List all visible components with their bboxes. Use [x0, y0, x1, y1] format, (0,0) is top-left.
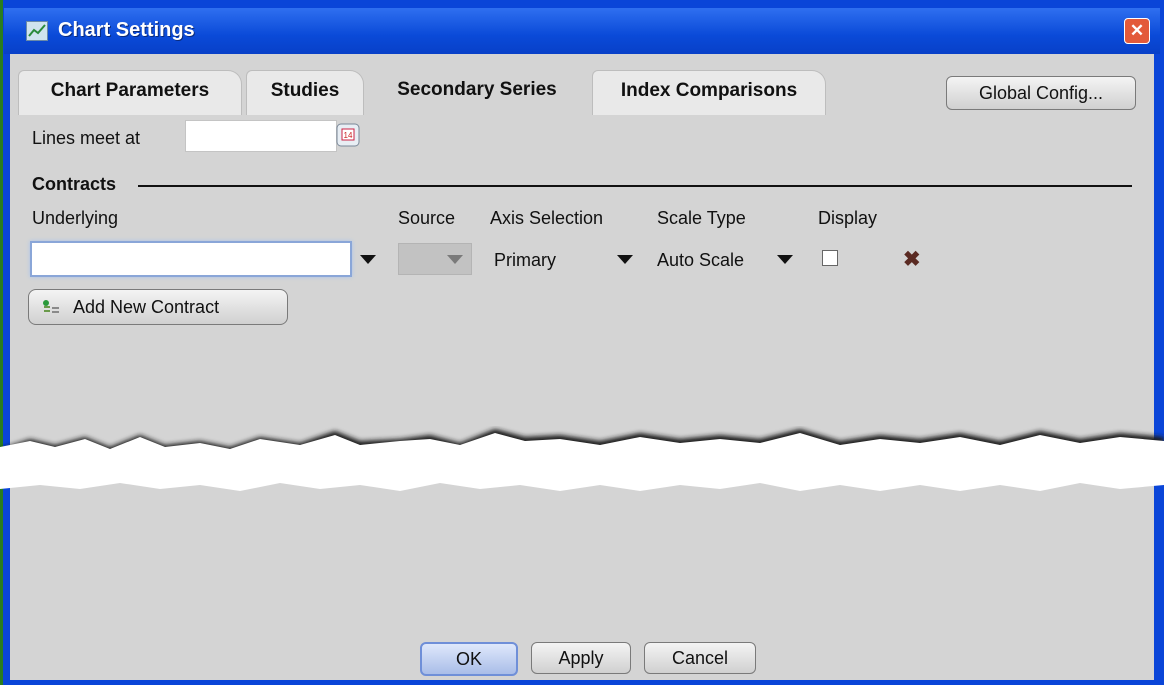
chevron-down-icon[interactable] [617, 255, 633, 264]
add-new-contract-label: Add New Contract [73, 297, 220, 317]
apply-button[interactable]: Apply [531, 642, 631, 674]
window-title: Chart Settings [58, 19, 195, 41]
tab-secondary-series[interactable]: Secondary Series [366, 70, 588, 114]
chevron-down-icon[interactable] [360, 255, 376, 264]
chart-icon [26, 21, 48, 41]
global-config-button[interactable]: Global Config... [946, 76, 1136, 110]
axis-selection-header: Axis Selection [490, 208, 604, 228]
title-bar: Chart Settings ✕ [4, 8, 1160, 54]
add-new-contract-button[interactable]: Add New Contract [28, 289, 288, 325]
lines-meet-label: Lines meet at [32, 128, 141, 148]
lines-meet-field[interactable] [185, 120, 337, 152]
display-header: Display [818, 208, 878, 228]
close-icon[interactable]: ✕ [1124, 18, 1150, 44]
contracts-section-label: Contracts [32, 174, 117, 194]
cancel-button[interactable]: Cancel [644, 642, 756, 674]
chart-settings-window: Chart Settings ✕ Chart Parameters Studie… [0, 0, 1164, 685]
underlying-header: Underlying [32, 208, 119, 228]
add-contract-icon [41, 297, 61, 317]
scale-type-value[interactable]: Auto Scale [657, 250, 744, 271]
chevron-down-icon [447, 255, 463, 264]
chevron-down-icon[interactable] [777, 255, 793, 264]
source-header: Source [398, 208, 456, 228]
tab-index-comparisons[interactable]: Index Comparisons [592, 70, 826, 115]
ok-button[interactable]: OK [420, 642, 518, 676]
delete-row-icon[interactable]: ✖ [903, 247, 921, 272]
torn-page-edge [0, 429, 1164, 491]
axis-selection-value[interactable]: Primary [494, 250, 556, 271]
tab-chart-parameters[interactable]: Chart Parameters [18, 70, 242, 115]
calendar-icon[interactable]: 14 [334, 120, 362, 150]
section-divider [138, 185, 1132, 187]
svg-text:14: 14 [344, 131, 353, 140]
underlying-input[interactable] [30, 241, 352, 277]
scale-type-header: Scale Type [657, 208, 746, 228]
source-select[interactable] [398, 243, 472, 275]
dialog-content: Chart Parameters Studies Secondary Serie… [10, 54, 1154, 680]
tab-studies[interactable]: Studies [246, 70, 364, 115]
display-checkbox[interactable] [822, 250, 838, 266]
